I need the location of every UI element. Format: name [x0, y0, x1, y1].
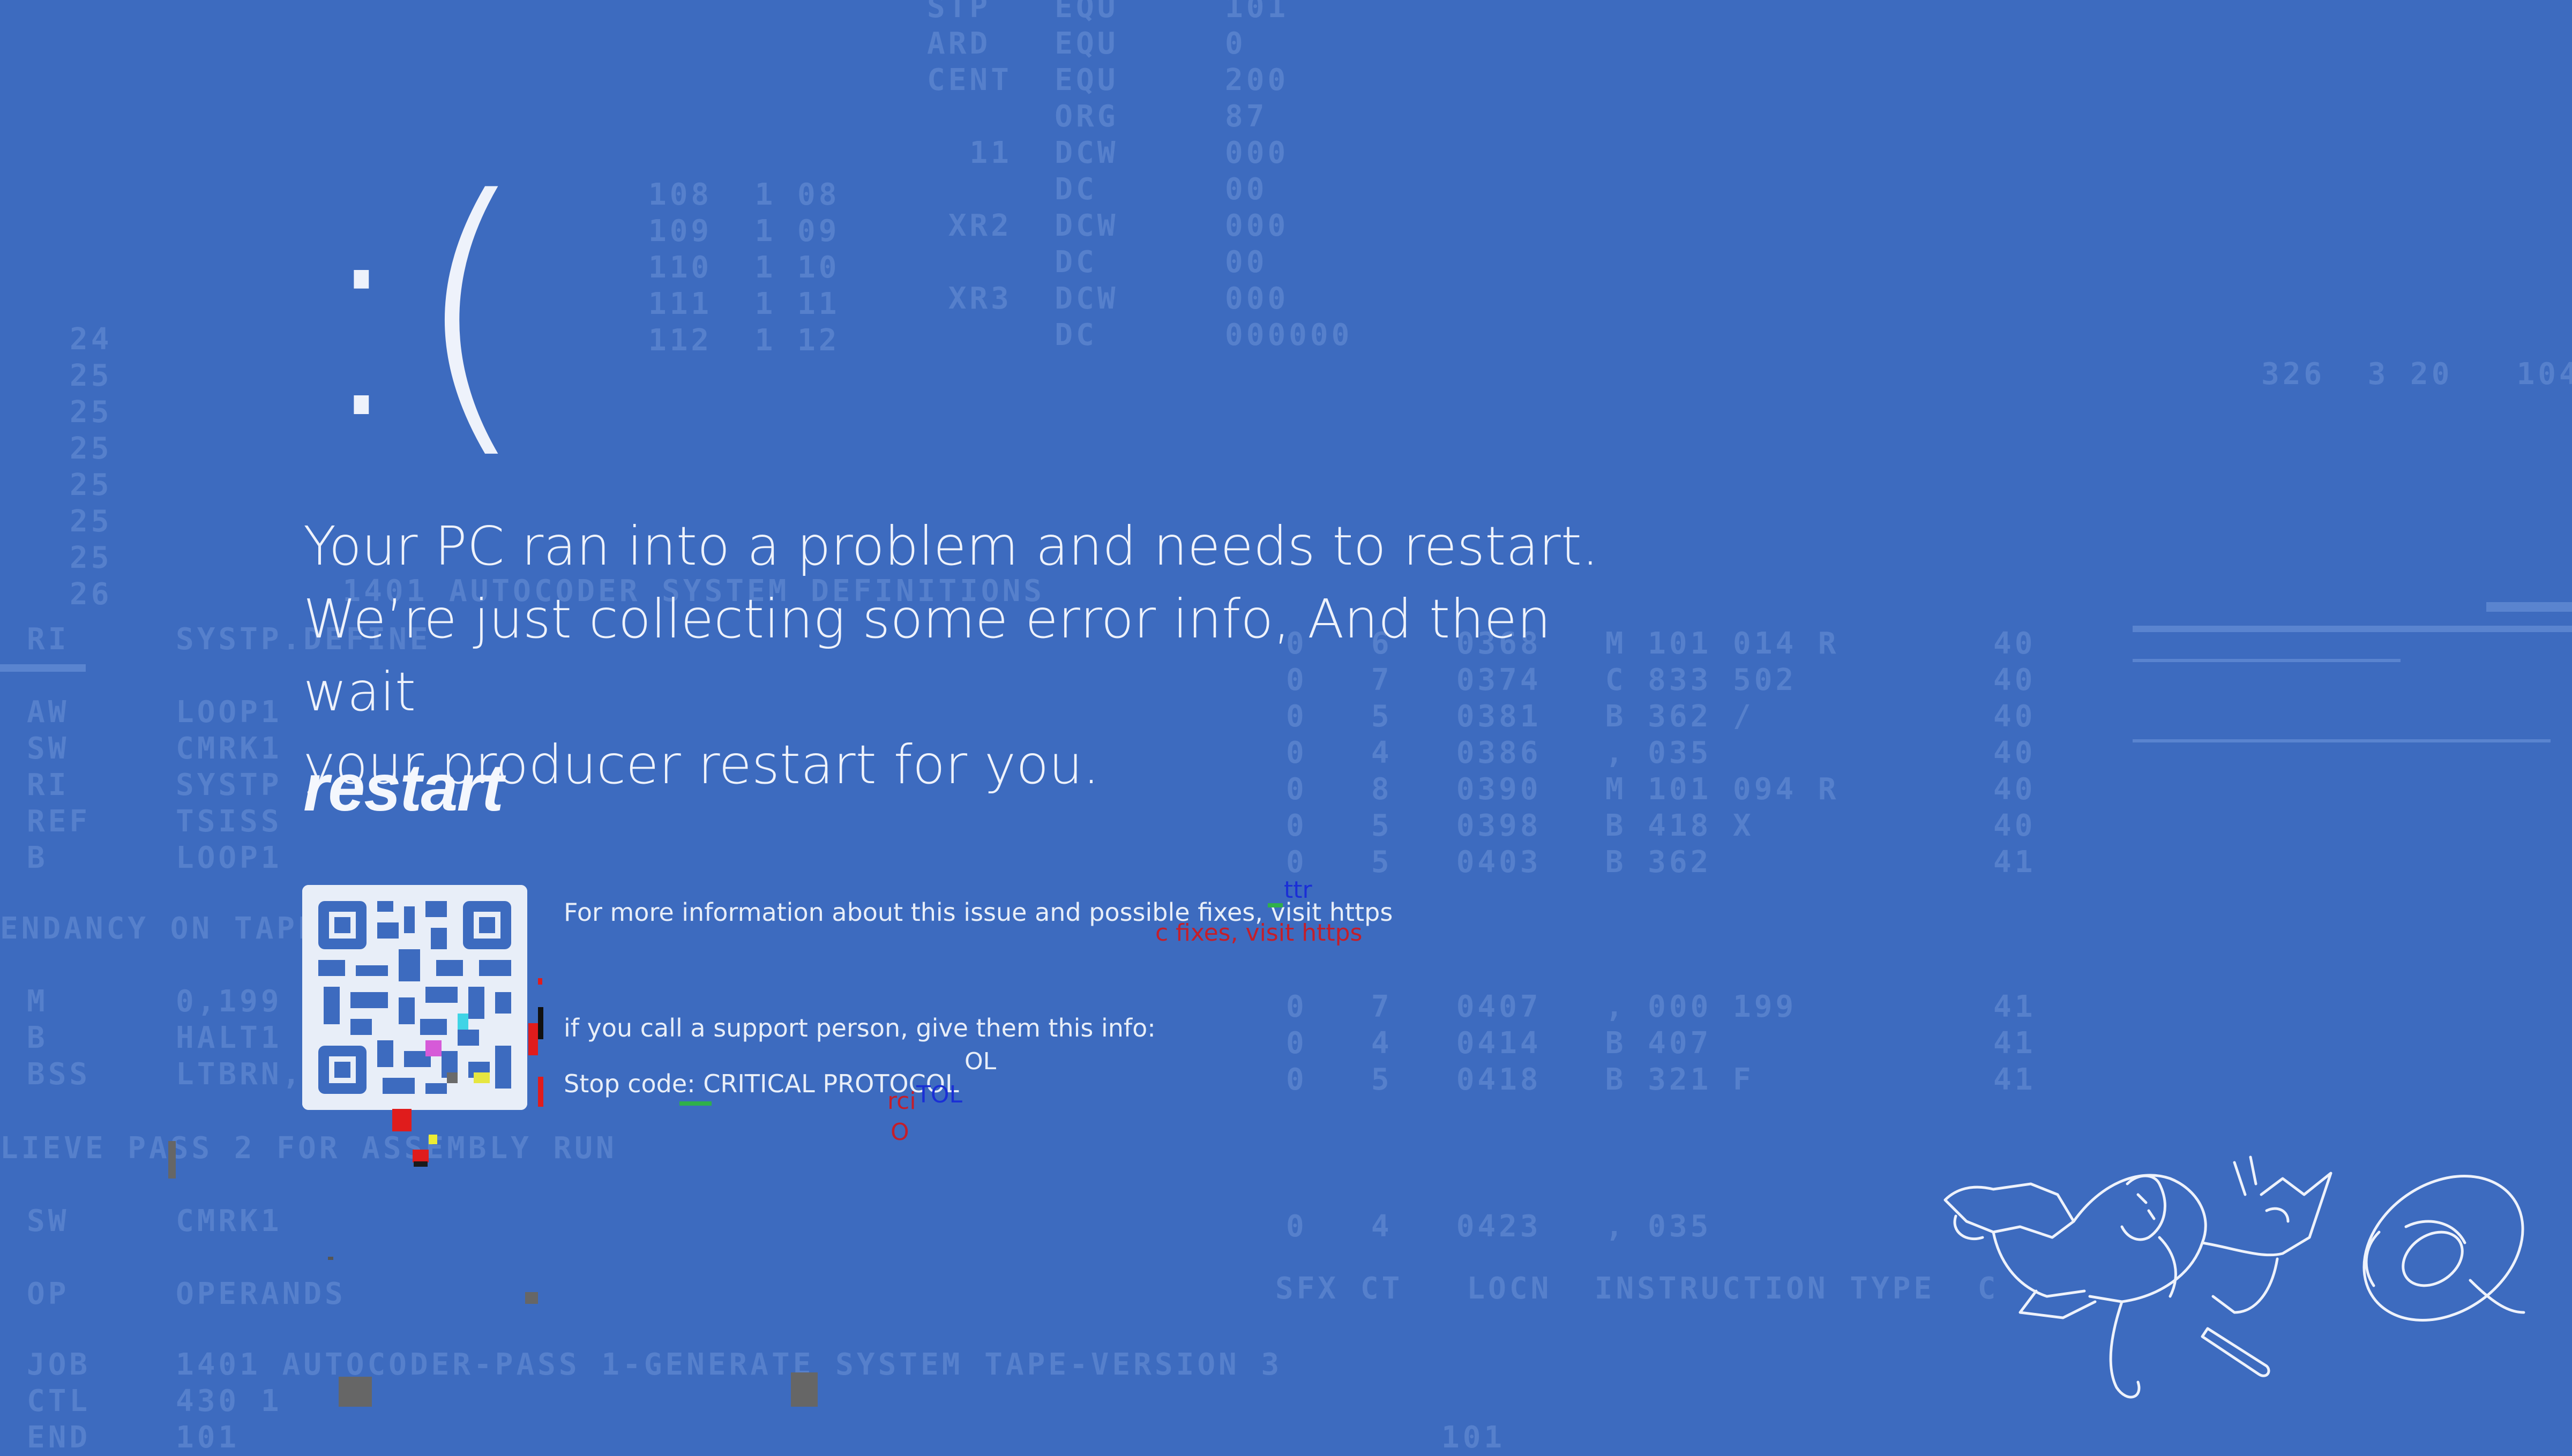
message-line: We’re just collecting some error info, A…: [303, 588, 1551, 723]
bg-code-left-mid: M 0,199 B HALT1 BSS LTBRN,B: [27, 984, 325, 1092]
bg-code-right-cols: 40 40 40 40 40 40 41: [1993, 626, 2036, 880]
bg-code-top-left: 108 1 08 109 1 09 110 1 10 111 1 11 112 …: [648, 177, 840, 358]
glitch-pixel: [392, 1109, 412, 1131]
bg-code-right-block2: 0 7 0407 , 000 199 0 4 0414 B 407 0 5 04…: [1286, 989, 1797, 1097]
glitch-pixel: [413, 1150, 429, 1162]
glitch-text: c fixes, visit https: [1155, 919, 1363, 947]
bg-code-pass-line: LIEVE PASS 2 FOR ASSEMBLY RUN: [0, 1131, 617, 1166]
bg-code-header-right: SFX CT LOCN INSTRUCTION TYPE C: [1275, 1271, 1999, 1306]
restart-label: restart: [303, 751, 504, 825]
glitch-text: OL: [965, 1048, 997, 1075]
qr-code: [302, 885, 527, 1110]
glitch-pixel: [525, 1292, 538, 1304]
bg-code-left-low: SW CMRK1 OP OPERANDS: [27, 1204, 346, 1311]
glitch-pixel: [339, 1377, 372, 1407]
message-line: Your PC ran into a problem and needs to …: [303, 515, 1599, 577]
bg-code-dependency: ENDANCY ON TAPE: [0, 911, 319, 946]
glitch-pixel: [328, 1257, 333, 1260]
glitch-pixel: [538, 1077, 543, 1107]
glitch-pixel: [168, 1141, 176, 1179]
bg-code-left-numbers: 24 25 25 25 25 25 25 26: [70, 322, 113, 612]
bg-bar: [2133, 659, 2401, 662]
glitch-text: O: [891, 1119, 909, 1146]
glitch-pixel: [679, 1101, 712, 1106]
glitch-pixel: [528, 1023, 538, 1055]
error-message: Your PC ran into a problem and needs to …: [303, 510, 1643, 801]
bg-code-bottom-rows: CTL 430 1 END 101: [27, 1384, 282, 1455]
glitch-pixel: [538, 978, 542, 985]
bg-bar: [0, 664, 86, 672]
support-info-text: if you call a support person, give them …: [564, 1014, 1156, 1042]
bg-code-bottom-line: JOB 1401 AUTOCODER-PASS 1-GENERATE SYSTE…: [27, 1347, 1283, 1382]
glitch-text: ttr: [1284, 876, 1312, 904]
glitch-pixel: [1268, 903, 1283, 907]
bg-bar: [2133, 626, 2572, 632]
sleeping-cat-illustration: [1943, 1155, 2525, 1399]
glitch-text: TOL: [916, 1081, 963, 1108]
glitch-pixel: [538, 1007, 543, 1039]
bg-code-bottom-center: 101: [1441, 1420, 1506, 1455]
sad-face: :(: [311, 136, 529, 485]
glitch-pixel: [791, 1372, 818, 1407]
bg-code-right-cols2: 41 41 41: [1993, 989, 2036, 1097]
glitch-pixel: [429, 1135, 437, 1144]
qr-code-pattern: [302, 885, 527, 1110]
bg-bar: [2486, 602, 2572, 612]
message-line: your producer restart for you.: [303, 733, 1100, 796]
glitch-pixel: [414, 1161, 428, 1167]
bg-code-far-right: 326 3 20 104: [2261, 357, 2572, 392]
bg-bar: [2133, 739, 2551, 742]
glitch-text: rci: [887, 1087, 916, 1115]
bg-code-top: STP EQU 101 ARD EQU 0 CENT EQU 200 ORG 8…: [927, 0, 1353, 352]
bg-code-right-low: 0 4 0423 , 035: [1286, 1209, 1712, 1244]
